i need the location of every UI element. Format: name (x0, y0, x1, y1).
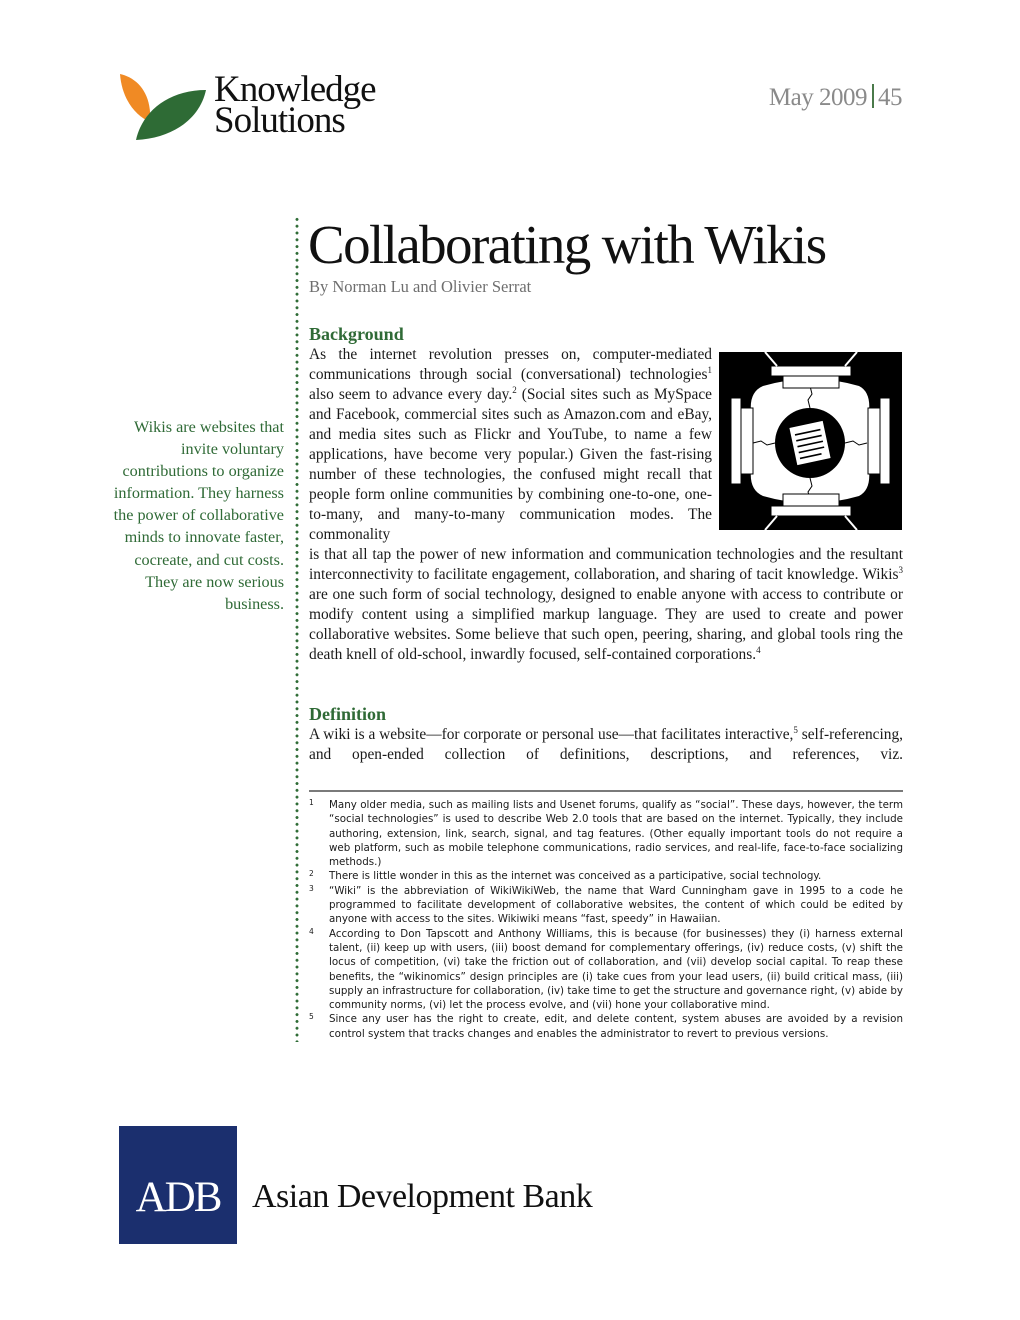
footnote-number: 5 (309, 1012, 314, 1022)
issue-date: May 2009 (768, 84, 868, 111)
footnote-text: There is little wonder in this as the in… (329, 870, 822, 883)
pull-quote: Wikis are websites that invite voluntary… (113, 418, 284, 613)
article-title: Collaborating with Wikis (308, 214, 827, 275)
adb-logo-text: ADB (135, 1174, 223, 1221)
article-byline: By Norman Lu and Olivier Serrat (309, 277, 532, 296)
footnote-2: 2 There is little wonder in this as the i… (309, 869, 903, 883)
background-paragraph-1: As the internet revolution presses on, c… (309, 346, 713, 543)
brand-name: Knowledge Solutions (214, 71, 377, 139)
section-heading-definition: Definition (309, 704, 387, 724)
adb-name: Asian Development Bank (252, 1178, 593, 1215)
issue-info: May 2009 45 (768, 84, 903, 112)
footnote-ref-1[interactable]: 1 (708, 365, 713, 375)
footnote-divider (309, 790, 903, 792)
background-paragraph-2: is that all tap the power of new informa… (309, 546, 904, 663)
footnote-number: 4 (309, 926, 314, 936)
footnote-text: Many older media, such as mailing lists … (329, 799, 903, 869)
footnote-text: According to Don Tapscott and Anthony Wi… (329, 927, 903, 1012)
wiki-collaboration-illustration (719, 352, 902, 530)
leaves-icon (120, 74, 206, 140)
footnote-text: “Wiki” is the abbreviation of WikiWikiWe… (329, 884, 903, 926)
footnote-5: 5 Since any user has the right to create,… (309, 1012, 903, 1041)
page-number: 45 (878, 84, 903, 111)
section-heading-background: Background (309, 324, 404, 344)
footnote-ref-3[interactable]: 3 (899, 565, 904, 575)
footnote-1: 1 Many older media, such as mailing lists… (309, 798, 903, 869)
footnotes: 1 Many older media, such as mailing lists… (309, 798, 903, 1041)
footnote-number: 1 (309, 798, 314, 807)
footnote-3: 3 “Wiki” is the abbreviation of WikiWikiW… (309, 884, 903, 927)
knowledge-solutions-logo: Knowledge Solutions (118, 68, 418, 148)
computers-around-document-icon (719, 352, 902, 530)
definition-paragraph: A wiki is a website—for corporate or per… (309, 724, 903, 763)
adb-logo-mark: ADB (119, 1126, 237, 1244)
footnote-number: 3 (309, 883, 314, 893)
footnote-4: 4 According to Don Tapscott and Anthony W… (309, 927, 903, 1013)
dotted-column-divider (295, 216, 299, 1042)
footnote-ref-4[interactable]: 4 (756, 645, 761, 655)
footnote-number: 2 (309, 869, 314, 879)
footnote-text: Since any user has the right to create, … (329, 1013, 903, 1040)
issue-separator (872, 84, 874, 108)
